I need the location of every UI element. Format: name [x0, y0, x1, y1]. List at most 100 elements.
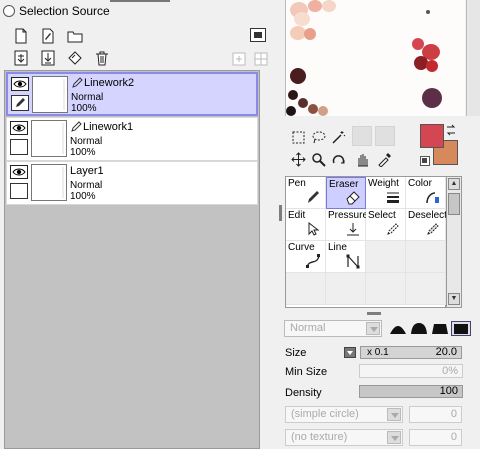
layer-thumbnail: [32, 76, 68, 113]
new-linework-layer-button[interactable]: [37, 26, 58, 46]
brush-eraser[interactable]: Eraser: [326, 177, 366, 209]
brush-tool-grid: Pen Eraser Weight Color Edit Pressure Se…: [285, 176, 447, 308]
transfer-down-button[interactable]: [10, 48, 31, 68]
transfer-down-icon: [14, 50, 27, 66]
layer-row[interactable]: Linework1 Normal 100%: [6, 117, 258, 161]
scratchpad[interactable]: [285, 0, 465, 116]
layer-name: Linework2: [71, 77, 134, 89]
visibility-toggle[interactable]: [10, 165, 28, 179]
pen-lock-toggle[interactable]: [11, 95, 29, 111]
visibility-toggle[interactable]: [10, 121, 28, 135]
brush-shape-medium[interactable]: [409, 321, 429, 336]
brush-label: Pen: [288, 178, 306, 189]
min-size-label: Min Size: [285, 366, 328, 378]
brush-texture-select[interactable]: (no texture): [285, 429, 403, 446]
hand-icon: [357, 153, 368, 166]
brush-shape-medium-icon: [411, 323, 427, 334]
layer-row[interactable]: Linework2 Normal 100%: [6, 72, 258, 116]
scroll-down-arrow-icon[interactable]: ▼: [448, 293, 460, 305]
reset-colors-icon[interactable]: [420, 156, 430, 166]
layer-name-text: Linework2: [84, 77, 135, 89]
new-mask-icon: [254, 52, 267, 66]
brush-deselect[interactable]: Deselect: [406, 209, 447, 241]
tool-panel: Pen Eraser Weight Color Edit Pressure Se…: [284, 0, 480, 449]
select-icon: [387, 223, 399, 235]
foreground-color-swatch[interactable]: [420, 124, 444, 148]
new-layer-button[interactable]: [10, 26, 31, 46]
apply-mask-button[interactable]: [228, 49, 249, 69]
brush-pen[interactable]: Pen: [286, 177, 326, 209]
pen-lock-toggle[interactable]: [10, 139, 28, 155]
empty-brush-slot: [326, 273, 366, 305]
top-edge-bar: [110, 0, 170, 3]
panel-splitter[interactable]: [278, 0, 282, 449]
size-slider[interactable]: x 0.1 20.0: [360, 346, 462, 359]
horizontal-splitter-grip[interactable]: [367, 312, 381, 315]
eyedropper-tool[interactable]: [376, 151, 392, 167]
brush-shape-soft-icon: [432, 324, 448, 334]
new-folder-button[interactable]: [64, 26, 85, 46]
density-slider[interactable]: 100: [359, 385, 463, 398]
new-linework-layer-icon: [42, 28, 53, 44]
brush-curve[interactable]: Curve: [286, 241, 326, 273]
layer-mode: Normal: [70, 136, 103, 147]
new-layer-icon: [15, 28, 26, 44]
visibility-toggle[interactable]: [11, 77, 29, 91]
scroll-up-arrow-icon[interactable]: ▲: [448, 178, 460, 190]
brush-shape-select[interactable]: (simple circle): [285, 406, 403, 423]
pen-lock-toggle[interactable]: [10, 183, 28, 199]
merge-down-button[interactable]: [37, 48, 58, 68]
brush-texture-strength[interactable]: 0: [409, 429, 462, 446]
size-preset-dropdown[interactable]: [344, 347, 356, 358]
brush-label: Color: [408, 178, 432, 189]
move-icon: [290, 151, 306, 167]
brush-shape-hard[interactable]: [388, 321, 408, 336]
move-tool[interactable]: [290, 151, 306, 167]
brush-color[interactable]: Color: [406, 177, 446, 209]
swap-colors-icon[interactable]: [445, 124, 457, 136]
zoom-icon: [311, 152, 326, 167]
selection-source-option[interactable]: Selection Source: [3, 4, 110, 18]
brush-edit[interactable]: Edit: [286, 209, 326, 241]
zoom-tool[interactable]: [310, 151, 326, 167]
brush-pressure[interactable]: Pressure: [326, 209, 368, 241]
rect-select-tool[interactable]: [290, 129, 306, 145]
layer-row[interactable]: Layer1 Normal 100%: [6, 161, 258, 205]
empty-tool-slot: [375, 126, 395, 146]
magic-wand-icon: [331, 130, 345, 144]
layer-thumbnail: [31, 120, 67, 157]
scrollbar-thumb[interactable]: [448, 193, 460, 215]
linework-icon: [71, 121, 82, 132]
empty-tool-slot: [352, 126, 372, 146]
brush-label: Select: [368, 210, 396, 221]
layer-list: Linework2 Normal 100% Linework1 Normal 1…: [4, 70, 260, 449]
merge-down-icon: [41, 50, 54, 66]
brush-line[interactable]: Line: [326, 241, 366, 273]
magic-wand-tool[interactable]: [330, 129, 346, 145]
hand-tool[interactable]: [354, 151, 370, 167]
brush-grid-scrollbar[interactable]: ▲ ▼: [446, 176, 462, 308]
brush-shape-square-icon: [454, 324, 468, 334]
brush-shape-strength[interactable]: 0: [409, 406, 462, 423]
blend-mode-select[interactable]: Normal: [284, 320, 382, 337]
brush-shape-soft[interactable]: [430, 321, 450, 336]
delete-layer-button[interactable]: [91, 48, 112, 68]
new-mask-button[interactable]: [250, 49, 271, 69]
brush-shape-square[interactable]: [451, 321, 471, 336]
layer-opacity: 100%: [71, 103, 97, 114]
lasso-tool[interactable]: [310, 129, 326, 145]
clear-layer-button[interactable]: [64, 48, 85, 68]
brush-weight[interactable]: Weight: [366, 177, 406, 209]
line-icon: [346, 254, 360, 269]
scratchpad-scrollbar[interactable]: [466, 0, 480, 116]
empty-brush-slot: [366, 273, 406, 305]
layer-panel: Selection Source Linework2 Normal 100% L…: [0, 0, 276, 449]
min-size-slider[interactable]: 0%: [359, 364, 463, 378]
rotate-tool[interactable]: [330, 151, 346, 167]
selection-source-radio[interactable]: [3, 5, 15, 17]
brush-select[interactable]: Select: [366, 209, 406, 241]
splitter-grip[interactable]: [279, 205, 282, 221]
density-label: Density: [285, 387, 322, 399]
layer-mask-toggle[interactable]: [250, 28, 266, 42]
size-multiplier: x 0.1: [367, 347, 389, 358]
